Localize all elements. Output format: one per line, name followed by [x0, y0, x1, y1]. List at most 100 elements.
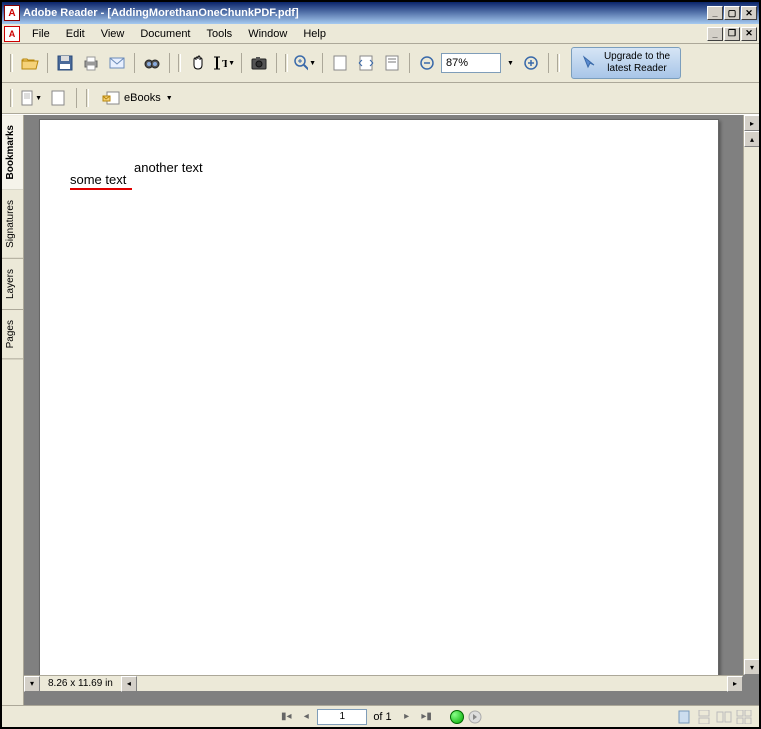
continuous-facing-button[interactable]: [735, 709, 753, 725]
email-button[interactable]: [105, 51, 129, 75]
zoom-dropdown-arrow[interactable]: ▼: [504, 60, 517, 67]
mdi-close-button[interactable]: ✕: [741, 27, 757, 41]
workspace: Bookmarks Signatures Layers Pages some t…: [2, 114, 759, 705]
scroll-up-button[interactable]: ▴: [744, 131, 759, 147]
toolbar-grip[interactable]: [285, 54, 288, 72]
text-underline: [70, 188, 132, 190]
page-navigation: ▮◂ ◂ of 1 ▸ ▸▮: [277, 709, 483, 725]
scroll-down-button[interactable]: ▾: [744, 659, 759, 675]
menu-help[interactable]: Help: [295, 26, 334, 42]
select-text-button[interactable]: T ▼: [212, 51, 236, 75]
howto-button[interactable]: ▼: [19, 86, 43, 110]
envelope-icon: [109, 56, 125, 70]
next-view-button[interactable]: [466, 709, 484, 725]
document-name: [AddingMorethanOneChunkPDF.pdf]: [107, 7, 298, 19]
toolbar-separator: [276, 53, 277, 73]
zoom-in-button[interactable]: ▼: [293, 51, 317, 75]
ebooks-button[interactable]: eBooks ▼: [95, 88, 180, 108]
dropdown-arrow-icon: ▼: [35, 95, 42, 102]
text-block-1: some text: [70, 172, 126, 187]
document-area: some text another text ▸ ▴ ▾ ▾ 8.26 x 11…: [24, 115, 759, 705]
app-name: Adobe Reader: [23, 7, 98, 19]
menu-file[interactable]: File: [24, 26, 58, 42]
fit-page-button[interactable]: [328, 51, 352, 75]
page-content: some text another text: [40, 120, 718, 200]
zoom-out-button[interactable]: [415, 51, 439, 75]
toolbar-separator: [322, 53, 323, 73]
snapshot-button[interactable]: [247, 51, 271, 75]
mdi-restore-button[interactable]: ❐: [724, 27, 740, 41]
zoom-in-circle-button[interactable]: [519, 51, 543, 75]
app-icon: A: [4, 5, 20, 21]
menu-tools[interactable]: Tools: [199, 26, 241, 42]
hand-tool-button[interactable]: [186, 51, 210, 75]
page-dimensions: 8.26 x 11.69 in: [40, 678, 121, 689]
minimize-button[interactable]: _: [707, 6, 723, 20]
scroll-right-button[interactable]: ▸: [727, 676, 743, 692]
upgrade-button[interactable]: Upgrade to the latest Reader: [571, 47, 681, 79]
facing-button[interactable]: [715, 709, 733, 725]
toolbar-grip[interactable]: [10, 89, 13, 107]
menu-edit[interactable]: Edit: [58, 26, 93, 42]
next-page-button[interactable]: ▸: [398, 709, 416, 725]
tab-layers[interactable]: Layers: [2, 259, 23, 310]
view-mode-buttons: [675, 709, 753, 725]
scroll-right-split-button[interactable]: ▸: [744, 115, 759, 131]
ebooks-icon: [102, 91, 120, 105]
first-page-button[interactable]: ▮◂: [277, 709, 295, 725]
menu-window[interactable]: Window: [240, 26, 295, 42]
floppy-icon: [57, 55, 73, 71]
vertical-scrollbar[interactable]: ▸ ▴ ▾: [743, 115, 759, 675]
camera-icon: [251, 56, 267, 70]
zoom-input[interactable]: [441, 53, 501, 73]
toolbar-grip[interactable]: [178, 54, 181, 72]
mdi-minimize-button[interactable]: _: [707, 27, 723, 41]
print-button[interactable]: [79, 51, 103, 75]
horizontal-scroll-area: ▾ 8.26 x 11.69 in ◂ ▸: [24, 675, 743, 691]
binoculars-icon: [144, 55, 160, 71]
toolbar-separator: [76, 88, 77, 108]
dropdown-arrow-icon: ▼: [166, 95, 173, 102]
dropdown-arrow-icon: ▼: [309, 60, 316, 67]
menu-view[interactable]: View: [93, 26, 133, 42]
toolbar-grip[interactable]: [557, 54, 560, 72]
text-select-icon: T: [213, 55, 227, 71]
tab-bookmarks[interactable]: Bookmarks: [2, 115, 23, 190]
titlebar-text: Adobe Reader - [AddingMorethanOneChunkPD…: [23, 7, 707, 19]
open-button[interactable]: [18, 51, 42, 75]
page-icon: [50, 90, 66, 106]
search-button[interactable]: [140, 51, 164, 75]
prev-page-button[interactable]: ◂: [297, 709, 315, 725]
page-of-label: of 1: [369, 711, 395, 723]
text-block-2: another text: [134, 160, 203, 175]
prev-view-button[interactable]: [450, 710, 464, 724]
toolbar-separator: [47, 53, 48, 73]
pdf-page: some text another text: [39, 119, 719, 675]
toolbar-grip[interactable]: [86, 89, 89, 107]
tab-pages[interactable]: Pages: [2, 310, 23, 359]
scroll-track[interactable]: [744, 147, 759, 659]
svg-text:T: T: [222, 58, 227, 70]
toolbar-separator: [409, 53, 410, 73]
cursor-star-icon: [582, 55, 598, 71]
tab-signatures[interactable]: Signatures: [2, 190, 23, 259]
actual-size-button[interactable]: [380, 51, 404, 75]
single-page-button[interactable]: [675, 709, 693, 725]
continuous-button[interactable]: [695, 709, 713, 725]
close-button[interactable]: ✕: [741, 6, 757, 20]
toolbar-grip[interactable]: [10, 54, 13, 72]
last-page-button[interactable]: ▸▮: [418, 709, 436, 725]
save-button[interactable]: [53, 51, 77, 75]
reading-button[interactable]: [46, 86, 70, 110]
menu-document[interactable]: Document: [132, 26, 198, 42]
menubar: A File Edit View Document Tools Window H…: [2, 24, 759, 44]
maximize-button[interactable]: ▢: [724, 6, 740, 20]
document-viewport[interactable]: some text another text: [24, 115, 743, 675]
page-number-input[interactable]: [317, 709, 367, 725]
scroll-left-button[interactable]: ◂: [121, 676, 137, 692]
hand-icon: [190, 55, 206, 71]
collapse-button[interactable]: ▾: [24, 676, 40, 692]
toolbar-separator: [548, 53, 549, 73]
fit-width-button[interactable]: [354, 51, 378, 75]
mdi-controls: _ ❐ ✕: [707, 27, 759, 41]
